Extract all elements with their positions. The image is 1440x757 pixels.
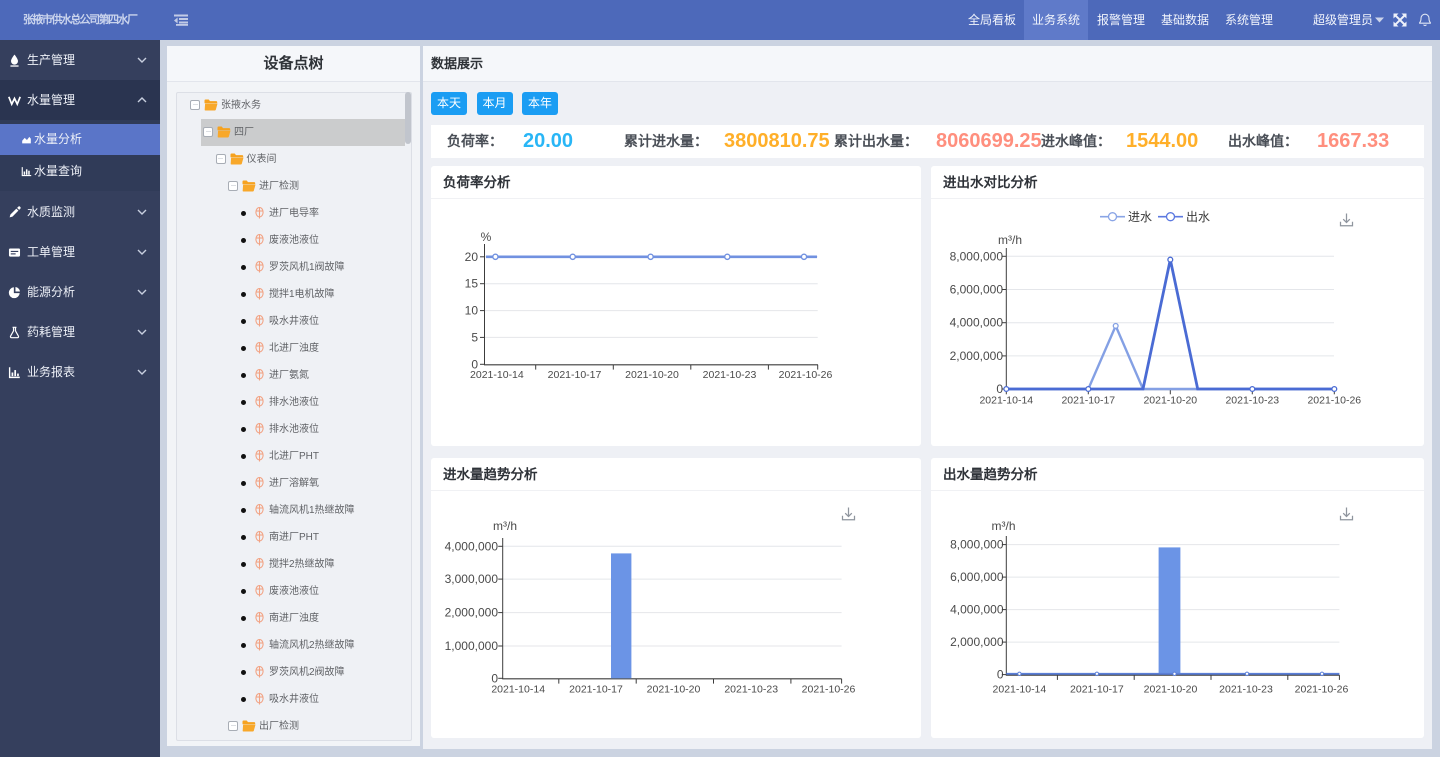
svg-text:2021-10-26: 2021-10-26 xyxy=(802,684,856,696)
svg-text:2,000,000: 2,000,000 xyxy=(950,635,1004,649)
svg-text:2021-10-17: 2021-10-17 xyxy=(1070,684,1124,696)
svg-text:2021-10-23: 2021-10-23 xyxy=(703,369,757,381)
svg-text:m³/h: m³/h xyxy=(998,233,1022,247)
svg-text:2021-10-23: 2021-10-23 xyxy=(724,684,778,696)
svg-text:m³/h: m³/h xyxy=(992,519,1016,533)
svg-text:8,000,000: 8,000,000 xyxy=(950,249,1004,263)
svg-text:2021-10-20: 2021-10-20 xyxy=(625,369,679,381)
svg-text:%: % xyxy=(481,230,492,244)
svg-text:6,000,000: 6,000,000 xyxy=(950,570,1004,584)
svg-text:2021-10-26: 2021-10-26 xyxy=(1307,395,1361,407)
svg-text:4,000,000: 4,000,000 xyxy=(950,603,1004,617)
svg-text:2021-10-23: 2021-10-23 xyxy=(1219,684,1273,696)
svg-text:2021-10-20: 2021-10-20 xyxy=(1144,684,1198,696)
svg-text:1,000,000: 1,000,000 xyxy=(445,639,499,653)
svg-text:4,000,000: 4,000,000 xyxy=(445,539,499,553)
svg-text:4,000,000: 4,000,000 xyxy=(950,316,1004,330)
svg-text:8,000,000: 8,000,000 xyxy=(950,538,1004,552)
svg-text:进水: 进水 xyxy=(1128,210,1152,224)
svg-text:2021-10-14: 2021-10-14 xyxy=(470,369,524,381)
svg-text:2021-10-17: 2021-10-17 xyxy=(1061,395,1115,407)
svg-text:2021-10-20: 2021-10-20 xyxy=(647,684,701,696)
svg-text:2021-10-23: 2021-10-23 xyxy=(1225,395,1279,407)
svg-text:15: 15 xyxy=(465,277,479,291)
svg-text:出水: 出水 xyxy=(1186,210,1210,224)
svg-text:6,000,000: 6,000,000 xyxy=(950,283,1004,297)
svg-text:20: 20 xyxy=(465,250,479,264)
svg-text:2,000,000: 2,000,000 xyxy=(950,349,1004,363)
svg-text:2021-10-26: 2021-10-26 xyxy=(1295,684,1349,696)
svg-text:5: 5 xyxy=(471,330,478,344)
svg-text:2021-10-26: 2021-10-26 xyxy=(779,369,833,381)
svg-text:m³/h: m³/h xyxy=(493,519,517,533)
svg-text:2021-10-14: 2021-10-14 xyxy=(993,684,1047,696)
svg-text:2021-10-17: 2021-10-17 xyxy=(569,684,623,696)
svg-text:3,000,000: 3,000,000 xyxy=(445,572,499,586)
svg-text:2021-10-20: 2021-10-20 xyxy=(1143,395,1197,407)
svg-text:2021-10-14: 2021-10-14 xyxy=(979,395,1033,407)
svg-text:2021-10-17: 2021-10-17 xyxy=(548,369,602,381)
svg-text:2021-10-14: 2021-10-14 xyxy=(491,684,545,696)
svg-text:10: 10 xyxy=(465,304,479,318)
svg-text:2,000,000: 2,000,000 xyxy=(445,606,499,620)
